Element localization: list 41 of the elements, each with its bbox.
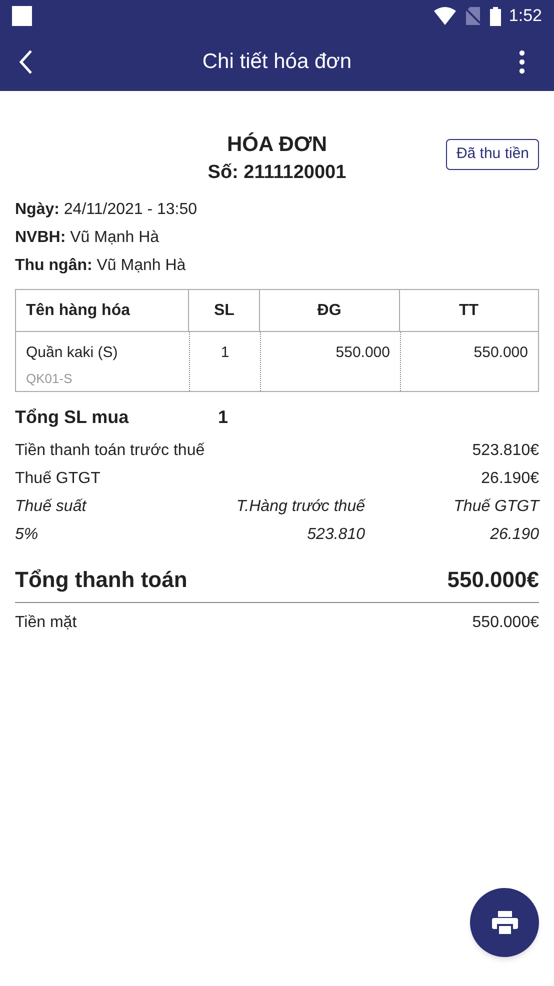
table-cell-text: 550.000 [336, 343, 390, 363]
item-code: QK01-S [26, 370, 74, 388]
status-time: 1:52 [508, 5, 542, 28]
printer-icon [492, 910, 518, 934]
column-header: Tên hàng hóa [25, 300, 132, 320]
tax-column-header: T.Hàng trước thuế [236, 497, 365, 517]
print-button[interactable] [470, 888, 539, 957]
notification-icon [12, 6, 32, 26]
invoice-title: HÓA ĐƠN [227, 131, 327, 158]
tax-column-header: Thuế GTGT [454, 497, 539, 517]
grand-total-value: 550.000€ [447, 566, 539, 594]
tax-cell: 523.810 [307, 525, 365, 545]
summary-label: Tiền thanh toán trước thuế [15, 441, 205, 461]
column-header: ĐG [259, 290, 399, 331]
payment-method: Tiền mặt [15, 613, 77, 633]
column-header: TT [398, 290, 538, 331]
column-header: SL [188, 290, 260, 331]
summary-value: 523.810€ [472, 441, 539, 461]
more-icon [519, 50, 525, 74]
battery-icon [490, 6, 501, 26]
tax-cell: 26.190 [490, 525, 539, 545]
invoice-info-line: NVBH: Vũ Mạnh Hà [15, 228, 160, 248]
total-quantity-label: Tổng SL mua [15, 406, 130, 429]
tax-cell-text: 5% [15, 525, 40, 545]
total-quantity-value: 1 [218, 406, 228, 429]
table-cell-text: 1 [220, 343, 230, 363]
invoice-info-line: Thu ngân: Vũ Mạnh Hà [15, 256, 187, 276]
table-cell-text: 550.000 [474, 343, 528, 363]
paid-badge: Đã thu tiền [446, 139, 539, 170]
no-sim-icon [466, 7, 480, 25]
screen-title: Chi tiết hóa đơn [201, 48, 353, 75]
payment-amount: 550.000€ [472, 613, 539, 633]
wifi-icon [434, 7, 456, 25]
summary-label: Thuế GTGT [15, 469, 100, 489]
invoice-info-line: Ngày: 24/11/2021 - 13:50 [15, 200, 198, 220]
summary-value: 26.190€ [481, 469, 539, 489]
invoice-number: Số: 2111120001 [208, 161, 346, 185]
grand-total-label: Tổng thanh toán [15, 566, 188, 594]
table-cell-text: Quần kaki (S) [26, 343, 119, 363]
back-icon [18, 48, 34, 74]
tax-column-header: Thuế suất [15, 497, 88, 517]
